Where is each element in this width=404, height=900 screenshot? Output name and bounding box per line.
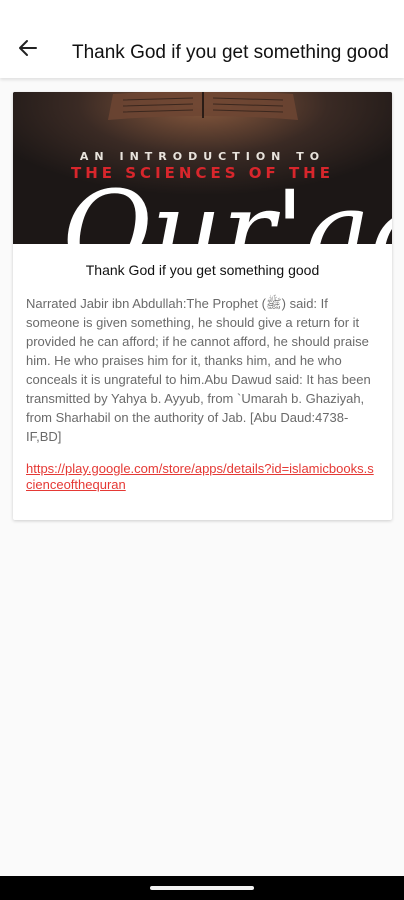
system-nav-bar xyxy=(0,876,404,900)
page-title: Thank God if you get something good xyxy=(72,42,389,63)
screen: Thank God if you get something good AN I… xyxy=(0,0,404,900)
play-store-link[interactable]: https://play.google.com/store/apps/detai… xyxy=(26,461,380,493)
hadith-card: AN INTRODUCTION TO THE SCIENCES OF THE Q… xyxy=(13,92,392,520)
cover-big-word: Qur'aan xyxy=(61,167,392,244)
cover-subtitle: AN INTRODUCTION TO xyxy=(79,150,326,163)
book-cover-image: AN INTRODUCTION TO THE SCIENCES OF THE Q… xyxy=(13,92,392,244)
back-button[interactable] xyxy=(10,32,46,68)
card-body-text: Narrated Jabir ibn Abdullah:The Prophet … xyxy=(26,296,371,444)
home-gesture-handle[interactable] xyxy=(150,886,254,890)
card-title: Thank God if you get something good xyxy=(85,262,320,278)
app-bar: Thank God if you get something good xyxy=(0,0,404,78)
arrow-back-icon xyxy=(18,38,38,63)
